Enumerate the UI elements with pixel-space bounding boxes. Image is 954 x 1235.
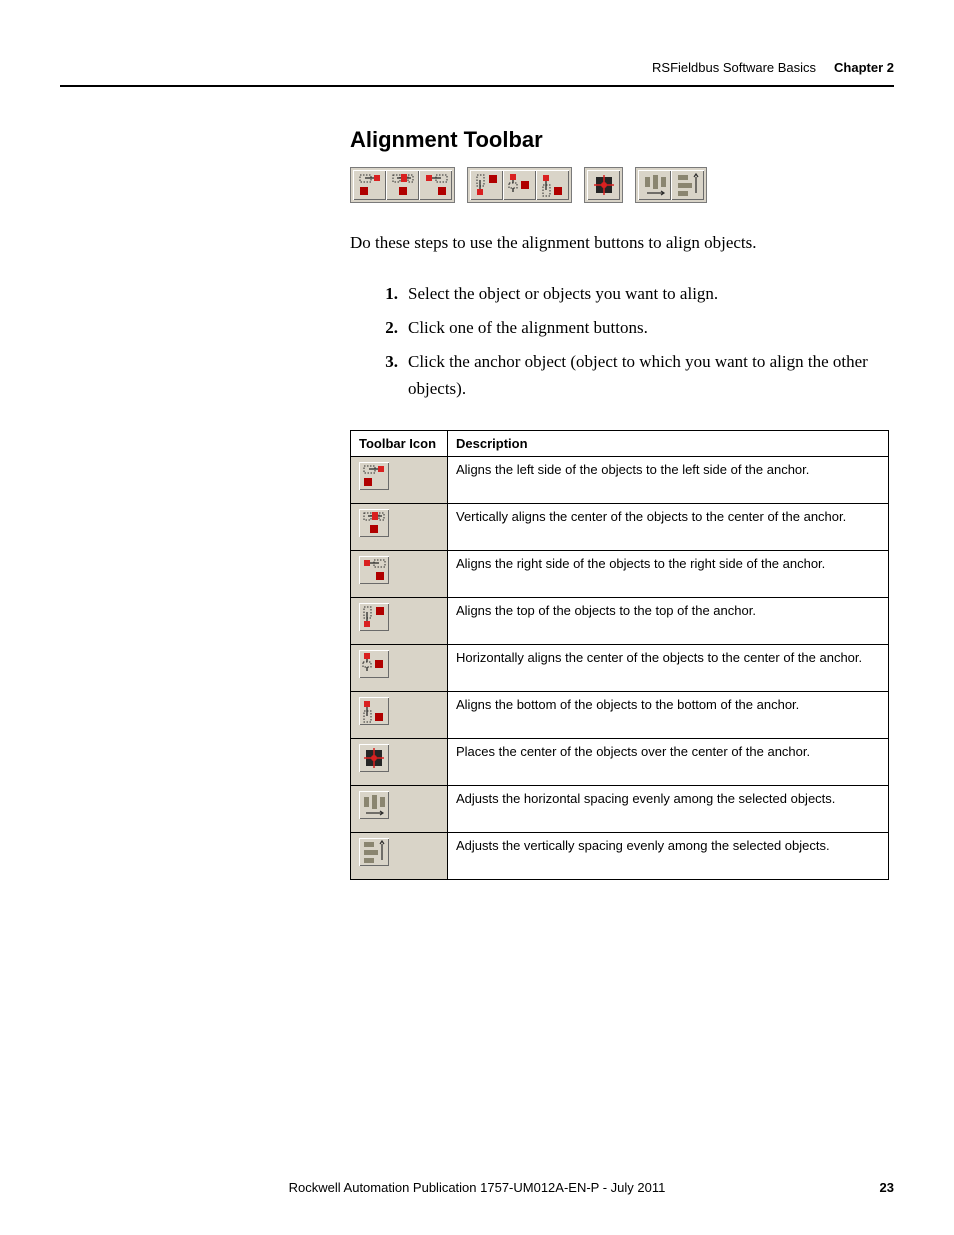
step-text: Select the object or objects you want to… <box>408 281 718 307</box>
table-row: Adjusts the horizontal spacing evenly am… <box>351 786 889 833</box>
align-left-icon <box>362 464 386 488</box>
align-center-v-button <box>359 509 389 537</box>
icon-cell <box>351 739 448 786</box>
table-row: Horizontally aligns the center of the ob… <box>351 645 889 692</box>
align-center-h-button <box>359 650 389 678</box>
table-header-desc: Description <box>448 431 889 457</box>
space-vertical-icon <box>362 840 386 864</box>
step-text: Click the anchor object (object to which… <box>408 349 889 402</box>
icon-cell <box>351 457 448 504</box>
icon-cell <box>351 786 448 833</box>
intro-text: Do these steps to use the alignment butt… <box>350 231 889 255</box>
space-horizontal-icon <box>362 793 386 817</box>
table-row: Vertically aligns the center of the obje… <box>351 504 889 551</box>
alignment-toolbar <box>350 167 889 203</box>
align-bottom-button <box>359 697 389 725</box>
page-footer: Rockwell Automation Publication 1757-UM0… <box>60 1180 894 1195</box>
table-header-icon: Toolbar Icon <box>351 431 448 457</box>
table-row: Places the center of the objects over th… <box>351 739 889 786</box>
header-rule <box>60 85 894 87</box>
align-left-icon <box>358 173 382 197</box>
align-center-both-icon <box>592 173 616 197</box>
table-row: Aligns the top of the objects to the top… <box>351 598 889 645</box>
description-cell: Aligns the left side of the objects to t… <box>448 457 889 504</box>
icon-cell <box>351 645 448 692</box>
toolbar-description-table: Toolbar Icon Description Aligns the left… <box>350 430 889 880</box>
description-cell: Aligns the bottom of the objects to the … <box>448 692 889 739</box>
align-center-h-button[interactable] <box>503 170 536 200</box>
align-bottom-icon <box>362 699 386 723</box>
align-center-h-icon <box>508 173 532 197</box>
step-item: 3.Click the anchor object (object to whi… <box>380 349 889 402</box>
description-cell: Vertically aligns the center of the obje… <box>448 504 889 551</box>
page-header: RSFieldbus Software Basics Chapter 2 <box>60 60 894 85</box>
align-top-icon <box>475 173 499 197</box>
toolbar-group <box>467 167 572 203</box>
align-top-button <box>359 603 389 631</box>
space-horizontal-button[interactable] <box>638 170 671 200</box>
toolbar-group <box>635 167 707 203</box>
step-number: 2. <box>380 315 398 341</box>
header-breadcrumb: RSFieldbus Software Basics <box>652 60 816 75</box>
step-number: 1. <box>380 281 398 307</box>
align-center-v-button[interactable] <box>386 170 419 200</box>
step-text: Click one of the alignment buttons. <box>408 315 648 341</box>
align-right-button <box>359 556 389 584</box>
description-cell: Aligns the right side of the objects to … <box>448 551 889 598</box>
align-center-both-icon <box>362 746 386 770</box>
description-cell: Adjusts the vertically spacing evenly am… <box>448 833 889 880</box>
align-center-both-button <box>359 744 389 772</box>
align-right-button[interactable] <box>419 170 452 200</box>
step-item: 2. Click one of the alignment buttons. <box>380 315 889 341</box>
space-vertical-icon <box>676 173 700 197</box>
description-cell: Adjusts the horizontal spacing evenly am… <box>448 786 889 833</box>
table-row: Aligns the left side of the objects to t… <box>351 457 889 504</box>
description-cell: Horizontally aligns the center of the ob… <box>448 645 889 692</box>
description-cell: Places the center of the objects over th… <box>448 739 889 786</box>
align-center-both-button[interactable] <box>587 170 620 200</box>
space-horizontal-button <box>359 791 389 819</box>
toolbar-group <box>350 167 455 203</box>
align-center-v-icon <box>362 511 386 535</box>
align-center-v-icon <box>391 173 415 197</box>
icon-cell <box>351 551 448 598</box>
toolbar-group <box>584 167 623 203</box>
icon-cell <box>351 598 448 645</box>
align-right-icon <box>362 558 386 582</box>
space-horizontal-icon <box>643 173 667 197</box>
align-center-h-icon <box>362 652 386 676</box>
step-number: 3. <box>380 349 398 402</box>
align-left-button[interactable] <box>353 170 386 200</box>
page-number: 23 <box>880 1180 894 1195</box>
section-title: Alignment Toolbar <box>350 127 889 153</box>
icon-cell <box>351 692 448 739</box>
step-item: 1. Select the object or objects you want … <box>380 281 889 307</box>
footer-text: Rockwell Automation Publication 1757-UM0… <box>289 1180 666 1195</box>
steps-list: 1. Select the object or objects you want … <box>380 281 889 402</box>
table-row: Aligns the right side of the objects to … <box>351 551 889 598</box>
table-row: Aligns the bottom of the objects to the … <box>351 692 889 739</box>
align-top-button[interactable] <box>470 170 503 200</box>
align-left-button <box>359 462 389 490</box>
icon-cell <box>351 833 448 880</box>
table-row: Adjusts the vertically spacing evenly am… <box>351 833 889 880</box>
space-vertical-button <box>359 838 389 866</box>
header-chapter: Chapter 2 <box>834 60 894 75</box>
align-bottom-icon <box>541 173 565 197</box>
icon-cell <box>351 504 448 551</box>
align-right-icon <box>424 173 448 197</box>
align-bottom-button[interactable] <box>536 170 569 200</box>
align-top-icon <box>362 605 386 629</box>
description-cell: Aligns the top of the objects to the top… <box>448 598 889 645</box>
space-vertical-button[interactable] <box>671 170 704 200</box>
